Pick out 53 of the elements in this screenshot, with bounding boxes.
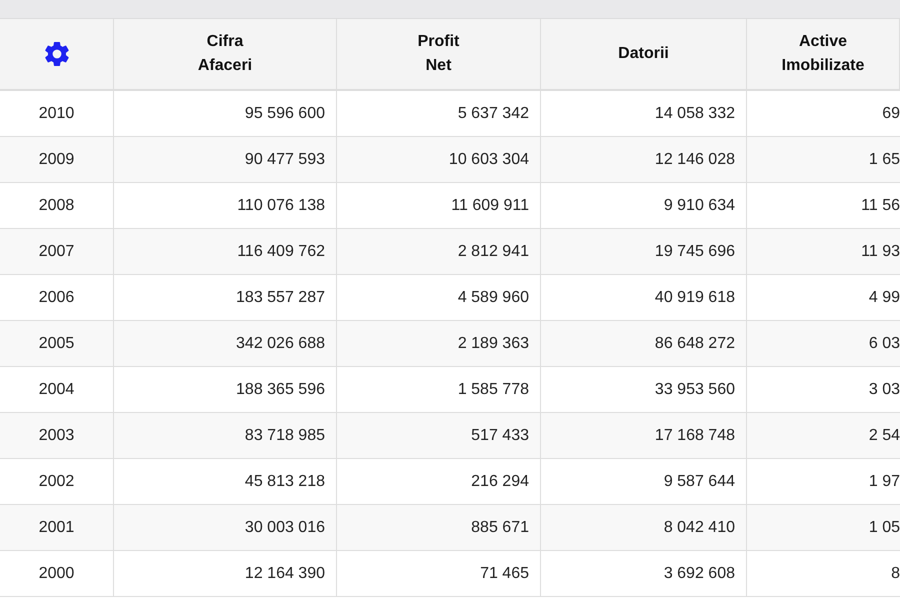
- table-cell: 40 919 618: [541, 275, 747, 321]
- table-cell: 1 05: [747, 505, 900, 551]
- table-cell: 342 026 688: [114, 321, 337, 367]
- table-cell: 188 365 596: [114, 367, 337, 413]
- table-cell: 1 65: [747, 137, 900, 183]
- column-header: Datorii: [618, 44, 669, 64]
- table-cell: 517 433: [337, 413, 541, 459]
- table-cell: 2 812 941: [337, 229, 541, 275]
- table-cell: 110 076 138: [114, 183, 337, 229]
- table-cell: 9 910 634: [541, 183, 747, 229]
- table-cell: 2 189 363: [337, 321, 541, 367]
- table-cell: 33 953 560: [541, 367, 747, 413]
- table-cell: 30 003 016: [114, 505, 337, 551]
- table-cell: 17 168 748: [541, 413, 747, 459]
- column-header: Cifra Afaceri: [198, 32, 252, 76]
- table-cell: 6 03: [747, 321, 900, 367]
- table-cell: 8 042 410: [541, 505, 747, 551]
- table-cell: 5 637 342: [337, 91, 541, 137]
- table-cell: 2005: [0, 321, 114, 367]
- column-header: Active Imobilizate: [782, 32, 864, 76]
- table-cell: 2001: [0, 505, 114, 551]
- table-cell: 1 585 778: [337, 367, 541, 413]
- table-cell: 2009: [0, 137, 114, 183]
- table-cell: 2000: [0, 551, 114, 597]
- table-cell: 2003: [0, 413, 114, 459]
- table-cell: 45 813 218: [114, 459, 337, 505]
- table-cell: 95 596 600: [114, 91, 337, 137]
- table-cell: 2006: [0, 275, 114, 321]
- table-cell: 2008: [0, 183, 114, 229]
- table-cell: 2007: [0, 229, 114, 275]
- column-header: Profit Net: [418, 32, 460, 76]
- table-cell: 9 587 644: [541, 459, 747, 505]
- table-cell: 2004: [0, 367, 114, 413]
- table-cell: 183 557 287: [114, 275, 337, 321]
- table-cell: 12 146 028: [541, 137, 747, 183]
- table-cell: 3 692 608: [541, 551, 747, 597]
- table-cell: 2010: [0, 91, 114, 137]
- table-cell: 10 603 304: [337, 137, 541, 183]
- table-cell: 2002: [0, 459, 114, 505]
- table-cell: 116 409 762: [114, 229, 337, 275]
- table-cell: 885 671: [337, 505, 541, 551]
- table-cell: 11 93: [747, 229, 900, 275]
- table-cell: 216 294: [337, 459, 541, 505]
- table-cell: 2 54: [747, 413, 900, 459]
- table-cell: 83 718 985: [114, 413, 337, 459]
- table-cell: 71 465: [337, 551, 541, 597]
- table-cell: 4 589 960: [337, 275, 541, 321]
- table-cell: 12 164 390: [114, 551, 337, 597]
- table-cell: 14 058 332: [541, 91, 747, 137]
- table-cell: 86 648 272: [541, 321, 747, 367]
- table-cell: 19 745 696: [541, 229, 747, 275]
- table-cell: 90 477 593: [114, 137, 337, 183]
- table-cell: 11 609 911: [337, 183, 541, 229]
